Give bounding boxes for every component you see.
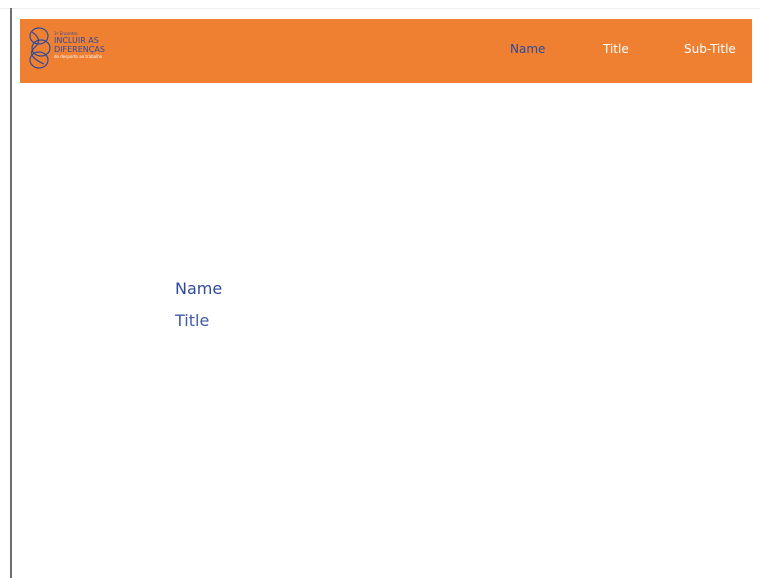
logo-text: 1º Encontro INCLUIR AS DIFERENÇAS do des… [54, 31, 105, 60]
header-bar: 1º Encontro INCLUIR AS DIFERENÇAS do des… [20, 19, 752, 83]
speaker-title: Title [175, 311, 210, 330]
nav-subtitle-link[interactable]: Sub-Title [684, 42, 736, 56]
logo-title-line-1: INCLUIR AS [54, 36, 99, 45]
intertwined-rings-icon [29, 27, 51, 69]
logo-title-line-2: DIFERENÇAS [54, 45, 105, 54]
logo-tagline: do desporto ao trabalho [54, 54, 103, 59]
nav-title-link[interactable]: Title [603, 42, 629, 56]
logo: 1º Encontro INCLUIR AS DIFERENÇAS do des… [28, 26, 128, 76]
speaker-name: Name [175, 279, 223, 298]
window-top-edge [0, 0, 760, 9]
nav-name-link[interactable]: Name [510, 42, 545, 56]
slide-canvas [12, 9, 760, 578]
